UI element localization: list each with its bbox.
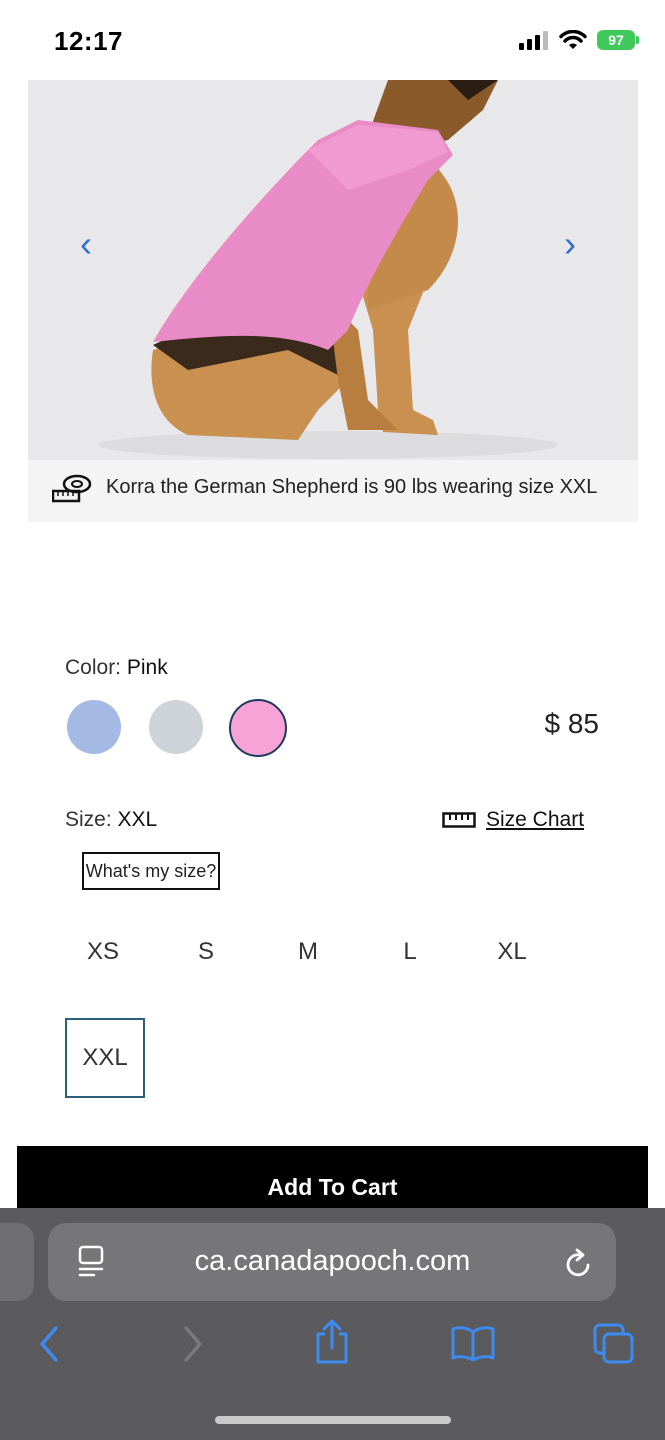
status-icons: 97 (519, 30, 639, 50)
battery-indicator: 97 (597, 30, 639, 50)
size-chart-link[interactable]: Size Chart (442, 808, 584, 832)
color-label-prefix: Color: (65, 656, 122, 679)
home-indicator (215, 1416, 451, 1424)
size-caption: Korra the German Shepherd is 90 lbs wear… (106, 476, 598, 498)
carousel-next-arrow[interactable]: › (564, 226, 576, 262)
selected-color-name: Pink (126, 656, 168, 679)
color-swatch-blue[interactable] (67, 700, 121, 754)
tabs-icon[interactable] (592, 1322, 636, 1366)
reload-icon[interactable] (564, 1247, 594, 1279)
battery-level: 97 (608, 32, 624, 48)
wifi-icon (559, 30, 587, 49)
color-swatch-grey[interactable] (149, 700, 203, 754)
cellular-signal-icon (519, 31, 548, 50)
selected-size-name: XXL (117, 808, 158, 831)
back-icon[interactable] (34, 1324, 64, 1364)
size-option-m[interactable]: M (269, 938, 347, 966)
size-label-prefix: Size: (65, 808, 112, 831)
ruler-icon (442, 812, 476, 828)
color-label: Color: Pink (65, 656, 168, 680)
product-image (28, 80, 638, 460)
carousel-prev-arrow[interactable]: ‹ (80, 226, 92, 262)
tape-measure-icon (52, 474, 92, 503)
share-icon[interactable] (312, 1318, 352, 1366)
forward-icon[interactable] (178, 1324, 208, 1364)
status-time: 12:17 (54, 26, 123, 56)
product-price: $ 85 (544, 708, 600, 739)
size-option-xxl-selected[interactable]: XXL (65, 1018, 145, 1098)
size-option-s[interactable]: S (167, 938, 245, 966)
size-option-xl[interactable]: XL (473, 938, 551, 966)
size-chart-label: Size Chart (486, 808, 585, 831)
size-option-l[interactable]: L (371, 938, 449, 966)
color-swatch-pink-selected[interactable] (229, 699, 287, 757)
dog-in-pink-vest-image (98, 80, 558, 459)
size-label: Size: XXL (65, 808, 157, 832)
bookmarks-icon[interactable] (450, 1324, 496, 1364)
size-option-xs[interactable]: XS (64, 938, 142, 966)
whats-my-size-button[interactable]: What's my size? (82, 852, 220, 890)
